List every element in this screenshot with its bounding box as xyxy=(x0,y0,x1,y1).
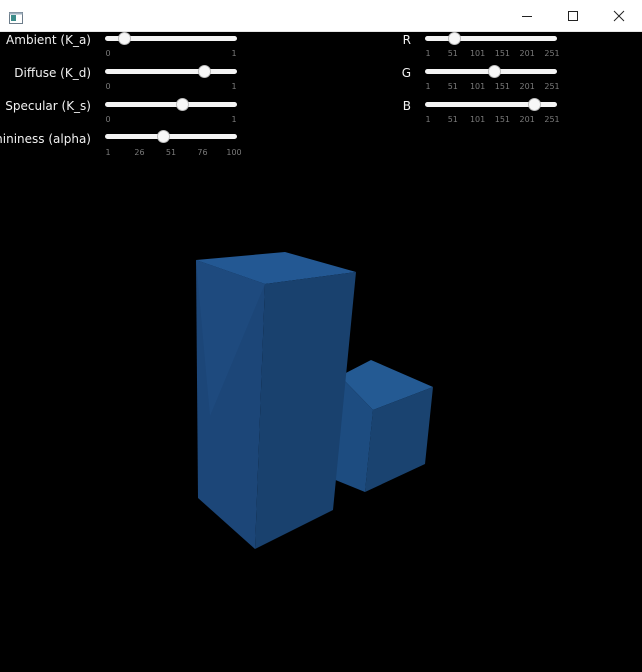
slider-thumb[interactable] xyxy=(176,98,189,111)
diffuse-slider[interactable] xyxy=(105,64,237,80)
tick-label: 76 xyxy=(197,148,208,157)
app-window: Ambient (K_a) 01 Diffuse (K_d) 01 Specul… xyxy=(0,0,642,672)
title-bar[interactable] xyxy=(0,0,642,32)
maximize-icon xyxy=(568,10,578,21)
tick-label: 51 xyxy=(447,49,458,58)
tick-label: 1 xyxy=(231,115,237,124)
blue-slider[interactable] xyxy=(425,97,557,113)
shininess-label: Shininess (alpha) xyxy=(0,132,91,146)
tick-label: 0 xyxy=(105,82,111,91)
red-slider[interactable] xyxy=(425,31,557,47)
controls-panel: Ambient (K_a) 01 Diffuse (K_d) 01 Specul… xyxy=(0,31,642,161)
tick-label: 1 xyxy=(425,115,431,124)
green-ticks: 1 51 101 151 201 251 xyxy=(425,82,559,92)
green-label: G xyxy=(401,66,411,80)
tick-label: 151 xyxy=(494,82,511,91)
slider-track xyxy=(425,36,557,41)
tick-label: 51 xyxy=(165,148,177,157)
ambient-ticks: 01 xyxy=(105,49,237,59)
close-button[interactable] xyxy=(596,0,642,31)
tick-label: 51 xyxy=(447,82,458,91)
ambient-label: Ambient (K_a) xyxy=(6,33,91,47)
tall-box-right-face xyxy=(255,272,356,549)
tick-label: 201 xyxy=(519,115,535,124)
tall-box xyxy=(196,252,356,549)
tick-label: 151 xyxy=(494,49,511,58)
3d-viewport[interactable] xyxy=(0,161,642,672)
maximize-button[interactable] xyxy=(550,0,596,31)
slider-track xyxy=(105,102,237,107)
specular-ticks: 01 xyxy=(105,115,237,125)
tick-label: 101 xyxy=(469,115,486,124)
tick-label: 251 xyxy=(544,115,560,124)
red-ticks: 1 51 101 151 201 251 xyxy=(425,49,559,59)
tick-label: 1 xyxy=(425,49,431,58)
slider-track xyxy=(105,69,237,74)
slider-thumb[interactable] xyxy=(487,65,501,78)
shininess-slider[interactable] xyxy=(105,129,237,145)
small-cube xyxy=(333,360,433,492)
diffuse-ticks: 01 xyxy=(105,82,237,92)
minimize-icon xyxy=(522,15,532,17)
tick-label: 101 xyxy=(469,82,486,91)
shininess-ticks: 1 26 51 76 100 xyxy=(105,148,241,158)
tick-label: 201 xyxy=(519,49,535,58)
tick-label: 26 xyxy=(134,148,145,157)
specular-slider[interactable] xyxy=(105,97,237,113)
tick-label: 51 xyxy=(447,115,458,124)
blue-ticks: 1 51 101 151 201 251 xyxy=(425,115,559,125)
tick-label: 101 xyxy=(469,49,486,58)
tick-label: 1 xyxy=(231,49,237,58)
tick-label: 201 xyxy=(519,82,535,91)
tick-label: 100 xyxy=(226,148,242,157)
slider-thumb[interactable] xyxy=(448,32,461,45)
slider-thumb[interactable] xyxy=(197,65,211,78)
tick-label: 1 xyxy=(425,82,431,91)
tick-label: 1 xyxy=(231,82,237,91)
slider-track xyxy=(105,134,237,139)
specular-label: Specular (K_s) xyxy=(5,99,91,113)
close-icon xyxy=(613,10,625,21)
scene-canvas[interactable] xyxy=(0,161,642,672)
tick-label: 0 xyxy=(105,49,111,58)
tick-label: 151 xyxy=(494,115,511,124)
blue-label: B xyxy=(402,99,411,113)
red-label: R xyxy=(402,33,411,47)
tick-label: 0 xyxy=(105,115,111,124)
tick-label: 251 xyxy=(544,82,560,91)
ambient-slider[interactable] xyxy=(105,31,237,47)
green-slider[interactable] xyxy=(425,64,557,80)
app-icon xyxy=(9,9,23,24)
slider-thumb[interactable] xyxy=(156,130,170,143)
minimize-button[interactable] xyxy=(504,0,550,31)
slider-thumb[interactable] xyxy=(528,98,542,111)
tick-label: 251 xyxy=(544,49,560,58)
tick-label: 1 xyxy=(105,148,111,157)
slider-thumb[interactable] xyxy=(118,32,132,45)
diffuse-label: Diffuse (K_d) xyxy=(14,66,91,80)
